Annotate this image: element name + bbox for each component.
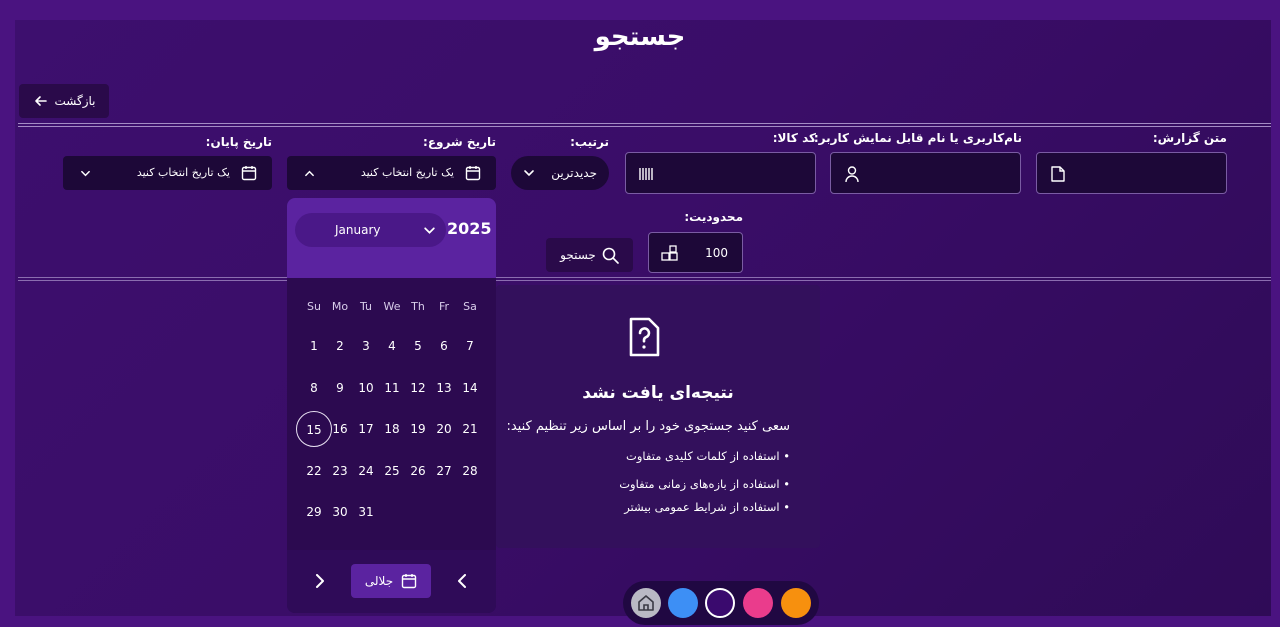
username-label: نام‌کاربری یا نام قابل نمایش کاربر: — [813, 131, 1022, 145]
chevron-up-icon — [305, 170, 314, 177]
next-month-button[interactable] — [311, 572, 329, 590]
weekday-label: Tu — [359, 300, 373, 313]
tip-item: • استفاده از بازه‌های زمانی متفاوت — [619, 477, 790, 491]
arrow-left-icon — [34, 96, 47, 106]
calendar-grid: Su Mo Tu We Th Fr Sa 1 2 3 4 5 6 7 8 9 10 11 12 13 14 15 16 17… — [287, 278, 496, 550]
theme-swatch-pink[interactable] — [743, 588, 773, 618]
report-text-field[interactable] — [1036, 152, 1227, 194]
date-picker-popup: January 2025 Su Mo Tu We Th Fr Sa 1 2 3 4 5 6 7 8 9 10 1… — [287, 198, 496, 613]
chevron-down-icon — [81, 170, 90, 177]
tip-item: • استفاده از کلمات کلیدی متفاوت — [626, 449, 790, 463]
product-code-field[interactable] — [625, 152, 816, 194]
calendar-day[interactable]: 7 — [452, 328, 488, 364]
page-title: جستجو — [594, 22, 686, 52]
theme-swatch-purple[interactable] — [705, 588, 735, 618]
back-button-label: بازگشت — [54, 94, 96, 108]
weekday-label: Th — [411, 300, 425, 313]
weekday-label: We — [383, 300, 401, 313]
chevron-left-icon — [458, 574, 466, 588]
previous-month-button[interactable] — [453, 572, 471, 590]
theme-swatch-gray[interactable] — [631, 588, 661, 618]
username-field[interactable] — [830, 152, 1021, 194]
chevron-down-icon — [524, 170, 534, 177]
sort-value: جدیدترین — [551, 166, 597, 180]
end-date-picker[interactable]: یک تاریخ انتخاب کنید — [63, 156, 272, 190]
year-select[interactable]: 2025 — [447, 219, 492, 238]
calendar-day[interactable]: 21 — [452, 411, 488, 447]
back-button[interactable]: بازگشت — [19, 84, 109, 118]
month-select[interactable]: January — [295, 213, 446, 247]
calendar-header: January 2025 — [287, 198, 496, 278]
calendar-day[interactable]: 31 — [348, 494, 384, 530]
document-question-icon — [629, 317, 660, 357]
theme-switcher — [623, 581, 819, 625]
weekday-label: Fr — [438, 300, 450, 313]
end-date-placeholder: یک تاریخ انتخاب کنید — [136, 166, 230, 179]
divider-top-2 — [18, 126, 1271, 127]
divider-top — [18, 123, 1271, 124]
weekday-label: Mo — [331, 300, 349, 313]
chevron-down-icon — [424, 226, 435, 234]
calendar-icon — [401, 574, 417, 589]
no-results-subtitle: سعی کنید جستجوی خود را بر اساس زیر تنظیم… — [506, 419, 790, 434]
limit-label: محدودیت: — [684, 210, 743, 224]
start-date-placeholder: یک تاریخ انتخاب کنید — [360, 166, 454, 179]
divider-bottom — [18, 277, 1271, 278]
no-results-title: نتیجه‌ای یافت نشد — [582, 383, 734, 403]
jalali-toggle-button[interactable]: جلالی — [351, 564, 431, 598]
search-icon — [602, 247, 619, 264]
apps-icon — [661, 245, 678, 261]
product-code-label: کد کالا: — [772, 131, 816, 145]
limit-field[interactable]: 100 — [648, 232, 743, 273]
user-icon — [845, 166, 859, 183]
divider-bottom-2 — [18, 280, 1271, 281]
calendar-day[interactable]: 14 — [452, 370, 488, 406]
calendar-day[interactable]: 28 — [452, 453, 488, 489]
calendar-footer: جلالی — [287, 550, 496, 613]
start-date-label: تاریخ شروع: — [423, 135, 496, 149]
search-button[interactable]: جستجو — [546, 238, 633, 272]
calendar-icon — [465, 166, 481, 181]
search-button-label: جستجو — [560, 248, 596, 262]
home-icon — [638, 595, 654, 611]
theme-swatch-blue[interactable] — [668, 588, 698, 618]
jalali-label: جلالی — [364, 574, 394, 588]
sort-label: ترتیب: — [570, 135, 609, 149]
document-icon — [1051, 166, 1065, 182]
weekday-label: Su — [307, 300, 321, 313]
barcode-icon — [639, 168, 653, 180]
report-text-label: متن گزارش: — [1152, 131, 1227, 145]
start-date-picker[interactable]: یک تاریخ انتخاب کنید — [287, 156, 496, 190]
month-value: January — [335, 223, 381, 237]
calendar-icon — [241, 166, 257, 181]
limit-value: 100 — [705, 246, 728, 260]
chevron-right-icon — [316, 574, 324, 588]
end-date-label: تاریخ پایان: — [205, 135, 272, 149]
tip-item: • استفاده از شرایط عمومی بیشتر — [624, 500, 790, 514]
theme-swatch-orange[interactable] — [781, 588, 811, 618]
no-results-card: نتیجه‌ای یافت نشد سعی کنید جستجوی خود را… — [496, 285, 820, 548]
sort-dropdown[interactable]: جدیدترین — [511, 156, 609, 190]
weekday-label: Sa — [463, 300, 477, 313]
